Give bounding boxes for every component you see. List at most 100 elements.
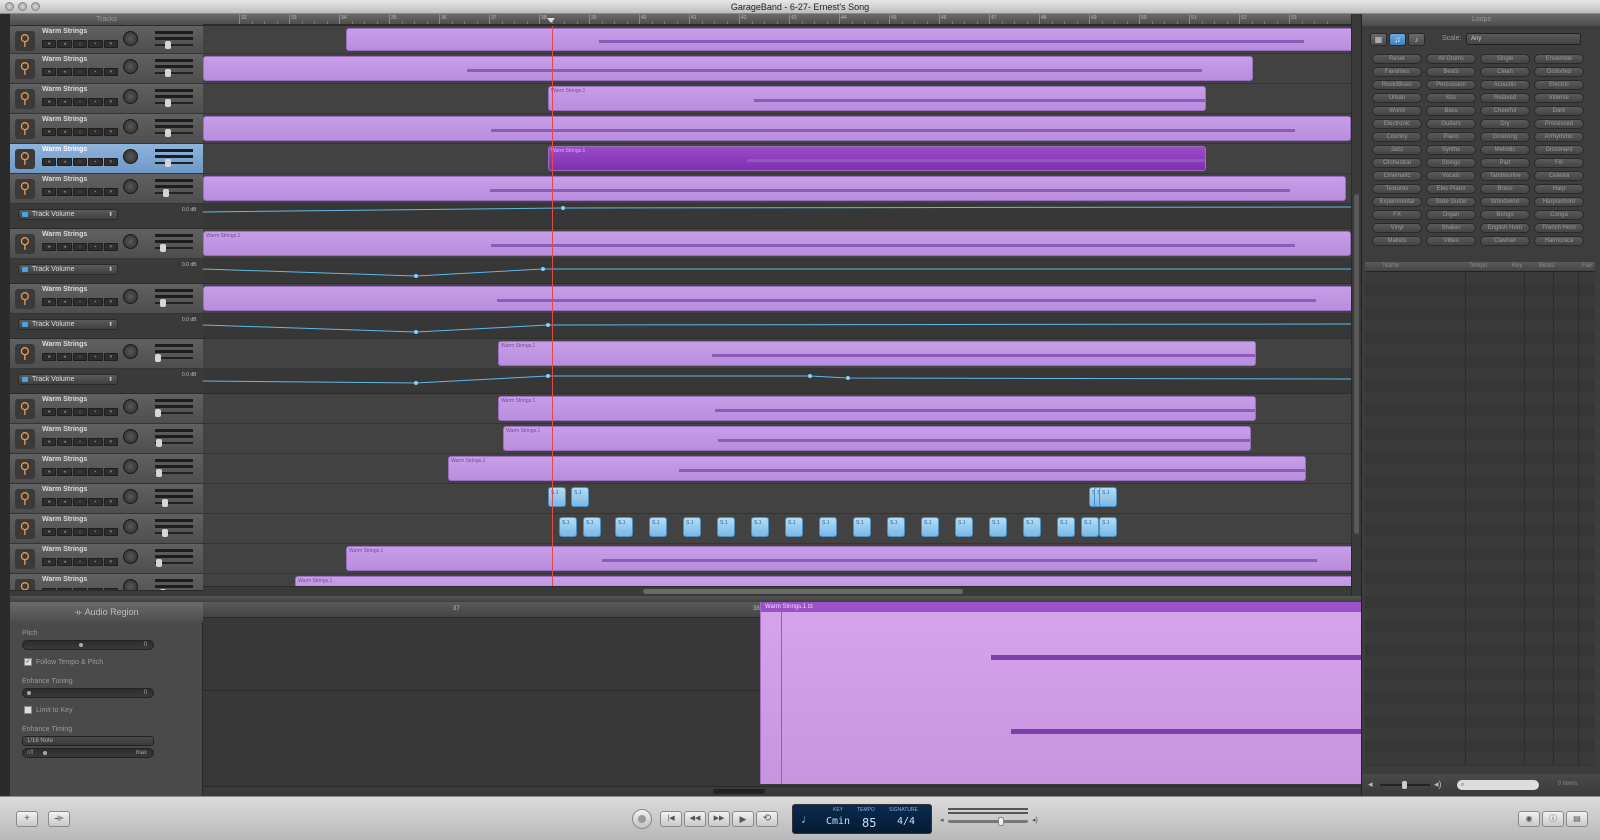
- mute-icon[interactable]: ◂: [57, 468, 72, 476]
- audio-region[interactable]: Warm Strings.1: [503, 426, 1251, 451]
- automation-toggle-icon[interactable]: ▾: [103, 528, 119, 536]
- keyword-button-vinyl[interactable]: Vinyl: [1372, 223, 1422, 233]
- midi-region[interactable]: S.1: [819, 517, 837, 537]
- solo-icon[interactable]: ∩: [72, 438, 88, 446]
- audio-region[interactable]: Warm Strings.1: [448, 456, 1306, 481]
- button-view-icon[interactable]: ♫: [1389, 33, 1406, 46]
- slider-thumb[interactable]: [165, 99, 171, 107]
- audio-region[interactable]: Warm Strings.1: [295, 576, 1351, 586]
- mute-icon[interactable]: ◂: [57, 128, 72, 136]
- track-lane[interactable]: [203, 514, 1351, 544]
- slider-thumb[interactable]: [160, 244, 166, 252]
- record-enable-icon[interactable]: ●: [42, 243, 57, 251]
- mute-icon[interactable]: ◂: [57, 243, 72, 251]
- pan-knob[interactable]: [123, 119, 138, 134]
- automation-lane[interactable]: [203, 259, 1351, 284]
- track-header[interactable]: ⚲ Warm Strings ●◂∩▪▾: [10, 424, 203, 454]
- limit-to-key-checkbox[interactable]: [24, 706, 32, 714]
- lock-icon[interactable]: ▪: [88, 128, 103, 136]
- solo-icon[interactable]: ∩: [72, 158, 88, 166]
- playhead[interactable]: [552, 26, 553, 586]
- pan-knob[interactable]: [123, 429, 138, 444]
- record-enable-icon[interactable]: ●: [42, 528, 57, 536]
- track-header[interactable]: ⚲ Warm Strings ●◂∩▪▾: [10, 484, 203, 514]
- keyword-button-conga[interactable]: Conga: [1534, 210, 1584, 220]
- midi-region[interactable]: S.1: [548, 487, 566, 507]
- track-header[interactable]: ⚲ Warm Strings ●◂∩▪▾: [10, 284, 203, 314]
- audio-region[interactable]: [203, 286, 1351, 311]
- automation-enable-icon[interactable]: [22, 322, 28, 327]
- pan-knob[interactable]: [123, 149, 138, 164]
- automation-enable-icon[interactable]: [22, 377, 28, 382]
- automation-toggle-icon[interactable]: ▾: [103, 298, 119, 306]
- mute-icon[interactable]: ◂: [57, 498, 72, 506]
- track-volume-slider[interactable]: [155, 499, 193, 507]
- record-enable-icon[interactable]: ●: [42, 438, 57, 446]
- column-view-icon[interactable]: ▦: [1370, 33, 1387, 46]
- automation-point[interactable]: [808, 374, 812, 378]
- lock-icon[interactable]: ▪: [88, 40, 103, 48]
- keyword-button-ensemble[interactable]: Ensemble: [1534, 54, 1584, 64]
- pan-knob[interactable]: [123, 489, 138, 504]
- lock-icon[interactable]: ▪: [88, 158, 103, 166]
- lock-icon[interactable]: ▪: [88, 98, 103, 106]
- loop-browser-icon[interactable]: ◉: [1518, 811, 1540, 827]
- keyword-button-dark[interactable]: Dark: [1534, 106, 1584, 116]
- results-column-header[interactable]: Beats: [1539, 263, 1554, 269]
- slider-thumb[interactable]: [162, 499, 168, 507]
- fast-forward-button[interactable]: ▶▶: [708, 811, 730, 827]
- keyword-button-part[interactable]: Part: [1480, 158, 1530, 168]
- midi-region[interactable]: S.1: [1099, 517, 1117, 537]
- keyword-button-cinematic[interactable]: Cinematic: [1372, 171, 1422, 181]
- mute-icon[interactable]: ◂: [57, 558, 72, 566]
- info-icon[interactable]: ⓘ: [1542, 811, 1564, 827]
- keyword-button-relaxed[interactable]: Relaxed: [1480, 93, 1530, 103]
- pan-knob[interactable]: [123, 179, 138, 194]
- keyword-button-arrhythmic[interactable]: Arrhythmic: [1534, 132, 1584, 142]
- automation-toggle-icon[interactable]: ▾: [103, 558, 119, 566]
- track-volume-slider[interactable]: [155, 559, 193, 567]
- lock-icon[interactable]: ▪: [88, 468, 103, 476]
- automation-select[interactable]: Track Volume ⬍: [18, 209, 118, 220]
- midi-region[interactable]: S.1: [1099, 487, 1117, 507]
- keyword-button-english-horn[interactable]: English Horn: [1480, 223, 1530, 233]
- track-volume-slider[interactable]: [155, 244, 193, 252]
- pan-knob[interactable]: [123, 289, 138, 304]
- solo-icon[interactable]: ∩: [72, 298, 88, 306]
- pan-knob[interactable]: [123, 519, 138, 534]
- mute-icon[interactable]: ◂: [57, 158, 72, 166]
- track-header[interactable]: ⚲ Warm Strings ●◂∩▪▾: [10, 229, 203, 259]
- record-enable-icon[interactable]: ●: [42, 298, 57, 306]
- automation-point[interactable]: [541, 267, 545, 271]
- track-header[interactable]: ⚲ Warm Strings ●◂∩▪▾: [10, 454, 203, 484]
- slider-thumb[interactable]: [165, 41, 171, 49]
- solo-icon[interactable]: ∩: [72, 468, 88, 476]
- mute-icon[interactable]: ◂: [57, 298, 72, 306]
- solo-icon[interactable]: ∩: [72, 558, 88, 566]
- keyword-button-clean[interactable]: Clean: [1480, 67, 1530, 77]
- keyword-button-single[interactable]: Single: [1480, 54, 1530, 64]
- solo-icon[interactable]: ∩: [72, 128, 88, 136]
- track-lane[interactable]: [203, 484, 1351, 514]
- rewind-button[interactable]: ◀◀: [684, 811, 706, 827]
- keyword-button-guitars[interactable]: Guitars: [1426, 119, 1476, 129]
- pan-knob[interactable]: [123, 234, 138, 249]
- pitch-slider[interactable]: 0: [22, 640, 154, 650]
- track-header[interactable]: ⚲ Warm Strings ●◂∩▪▾: [10, 394, 203, 424]
- cycle-button[interactable]: ⟲: [756, 811, 778, 827]
- track-header[interactable]: ⚲ Warm Strings ●◂∩▪▾: [10, 514, 203, 544]
- automation-select[interactable]: Track Volume ⬍: [18, 374, 118, 385]
- automation-toggle-icon[interactable]: ▾: [103, 158, 119, 166]
- track-header[interactable]: ⚲ Warm Strings ●◂∩▪▾: [10, 26, 203, 54]
- lock-icon[interactable]: ▪: [88, 408, 103, 416]
- arrange-vertical-scrollbar[interactable]: [1351, 14, 1361, 596]
- audio-region[interactable]: Warm Strings.1: [203, 231, 1351, 256]
- audio-region[interactable]: Warm Strings.1: [498, 396, 1256, 421]
- keyword-button-electronic[interactable]: Electronic: [1372, 119, 1422, 129]
- midi-region[interactable]: S.1: [887, 517, 905, 537]
- keyword-button-cheerful[interactable]: Cheerful: [1480, 106, 1530, 116]
- midi-region[interactable]: S.1: [559, 517, 577, 537]
- record-enable-icon[interactable]: ●: [42, 98, 57, 106]
- keyword-button-clavinet[interactable]: Clavinet: [1480, 236, 1530, 246]
- solo-icon[interactable]: ∩: [72, 68, 88, 76]
